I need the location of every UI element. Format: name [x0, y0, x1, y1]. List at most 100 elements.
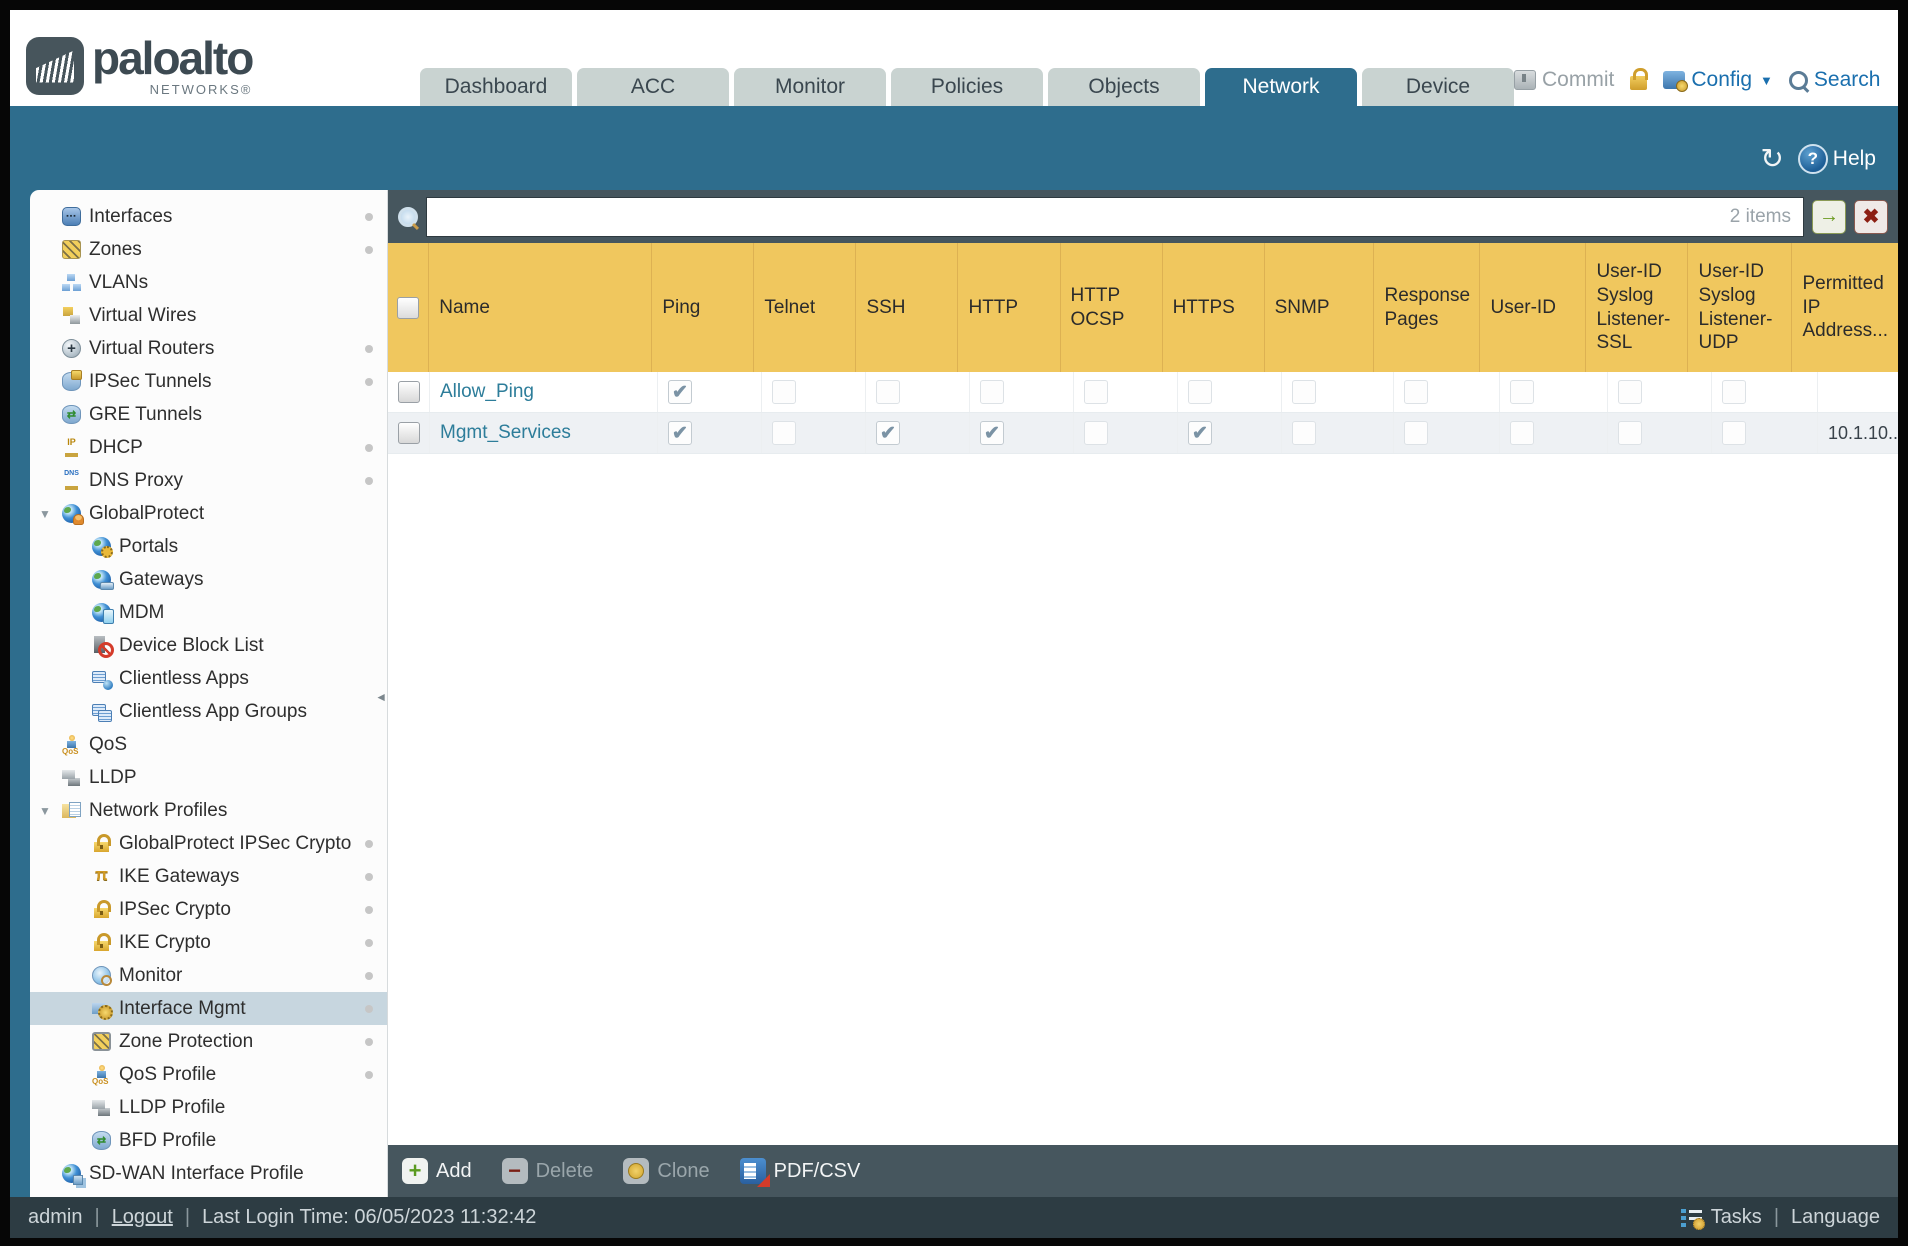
item-dot [365, 1037, 373, 1046]
sidebar-item-zones[interactable]: Zones [30, 233, 387, 266]
global-search-button[interactable]: Search [1788, 68, 1881, 92]
sidebar-item-ipsec-crypto[interactable]: IPSec Crypto [30, 893, 387, 926]
sidebar-item-device-block-list[interactable]: Device Block List [30, 629, 387, 662]
column-header-response_pages[interactable]: Response Pages [1374, 243, 1481, 372]
sidebar-item-lldp[interactable]: LLDP [30, 761, 387, 794]
row-checkbox[interactable] [397, 381, 420, 403]
sidebar-item-globalprotect[interactable]: ▼ GlobalProtect [30, 497, 387, 530]
select-all-checkbox[interactable] [397, 296, 420, 319]
sidebar-item-qos-profile[interactable]: QoS Profile [30, 1058, 387, 1091]
sidebar-item-qos[interactable]: QoS [30, 728, 387, 761]
unchecked-checkbox-icon [1722, 421, 1746, 445]
expander-caret-icon[interactable]: ▼ [39, 804, 51, 818]
sidebar-item-dns-proxy[interactable]: DNS Proxy [30, 464, 387, 497]
pdf-csv-button[interactable]: PDF/CSV [739, 1158, 860, 1187]
filter-input[interactable] [427, 197, 1730, 236]
row-checkbox[interactable] [397, 422, 420, 444]
sidebar-item-monitor[interactable]: Monitor [30, 959, 387, 992]
sidebar-item-zone-protection[interactable]: Zone Protection [30, 1025, 387, 1058]
tab-acc[interactable]: ACC [577, 68, 729, 106]
tab-monitor[interactable]: Monitor [734, 68, 886, 106]
sidebar-item-gateways[interactable]: Gateways [30, 563, 387, 596]
sidebar-item-label: Zone Protection [119, 1030, 254, 1052]
cell-http_ocsp [1074, 413, 1178, 453]
apply-filter-button[interactable]: → [1812, 199, 1846, 234]
sidebar-item-gre-tunnels[interactable]: GRE Tunnels [30, 398, 387, 431]
column-header-https[interactable]: HTTPS [1163, 243, 1265, 372]
sidebar-item-label: Virtual Routers [89, 337, 215, 359]
column-header-select[interactable] [388, 243, 430, 372]
profile-link[interactable]: Mgmt_Services [440, 422, 571, 444]
sidebar-item-interfaces[interactable]: Interfaces [30, 200, 387, 233]
delete-button[interactable]: − Delete [501, 1158, 593, 1184]
tab-policies[interactable]: Policies [891, 68, 1043, 106]
sidebar-item-ike-crypto[interactable]: IKE Crypto [30, 926, 387, 959]
sidebar-item-network-profiles[interactable]: ▼ Network Profiles [30, 794, 387, 827]
config-icon [1663, 71, 1689, 92]
table-body: Allow_Ping ✔ Mgmt_Services ✔ ✔ ✔ ✔ 10.1.10... [388, 372, 1898, 454]
sidebar-item-clientless-apps[interactable]: Clientless Apps [30, 662, 387, 695]
filter-searchbox: 2 items [426, 196, 1804, 237]
sidebar-item-ike-gateways[interactable]: IKE Gateways [30, 860, 387, 893]
language-button[interactable]: Language [1791, 1206, 1880, 1229]
sidebar-item-bfd-profile[interactable]: BFD Profile [30, 1124, 387, 1157]
brand-name: paloalto [92, 32, 254, 84]
column-header-ping[interactable]: Ping [652, 243, 755, 372]
sidebar-item-globalprotect-ipsec-crypto[interactable]: GlobalProtect IPSec Crypto [30, 827, 387, 860]
divider: | [94, 1206, 100, 1228]
column-header-permitted_ip[interactable]: Permitted IP Address... [1792, 243, 1898, 372]
sidebar-item-sd-wan-interface-profile[interactable]: SD-WAN Interface Profile [30, 1157, 387, 1190]
profile-link[interactable]: Allow_Ping [440, 381, 534, 403]
tab-network[interactable]: Network [1205, 68, 1357, 106]
add-button[interactable]: + Add [402, 1158, 472, 1184]
sidebar-item-ipsec-tunnels[interactable]: IPSec Tunnels [30, 365, 387, 398]
column-header-http[interactable]: HTTP [958, 243, 1061, 372]
sidebar-item-vlans[interactable]: VLANs [30, 266, 387, 299]
sidebar-collapse-icon[interactable]: ◄ [375, 690, 387, 704]
cell-uid_udp [1712, 413, 1818, 453]
search-label: Search [1813, 68, 1881, 91]
column-header-user_id[interactable]: User-ID [1480, 243, 1587, 372]
cell-telnet [762, 372, 866, 412]
tab-objects[interactable]: Objects [1048, 68, 1200, 106]
commit-button[interactable]: Commit [1514, 68, 1614, 92]
sdwan-icon [62, 1164, 83, 1185]
cell-https [1178, 372, 1282, 412]
interfaces-icon [62, 207, 81, 226]
sidebar-item-lldp-profile[interactable]: LLDP Profile [30, 1091, 387, 1124]
refresh-icon[interactable]: ↻ [1760, 145, 1783, 173]
column-header-ssh[interactable]: SSH [856, 243, 959, 372]
column-header-name[interactable]: Name [429, 243, 653, 372]
tab-device[interactable]: Device [1362, 68, 1514, 106]
sidebar-item-dhcp[interactable]: DHCP [30, 431, 387, 464]
column-header-http_ocsp[interactable]: HTTP OCSP [1061, 243, 1163, 372]
tasks-icon [1680, 1207, 1705, 1230]
column-header-uid_ssl[interactable]: User-ID Syslog Listener-SSL [1586, 243, 1689, 372]
lock-icon[interactable] [1630, 68, 1649, 90]
clone-button[interactable]: Clone [623, 1158, 710, 1184]
unchecked-checkbox-icon [1084, 380, 1108, 404]
expander-caret-icon[interactable]: ▼ [39, 507, 51, 521]
clear-filter-button[interactable]: ✖ [1854, 199, 1888, 234]
tab-dashboard[interactable]: Dashboard [420, 68, 572, 106]
column-header-snmp[interactable]: SNMP [1265, 243, 1375, 372]
help-button[interactable]: ? Help [1797, 144, 1876, 174]
sidebar-item-virtual-wires[interactable]: Virtual Wires [30, 299, 387, 332]
sidebar-item-mdm[interactable]: MDM [30, 596, 387, 629]
left-gutter [10, 190, 30, 1197]
column-header-label: User-ID Syslog Listener-SSL [1596, 261, 1671, 354]
brand-subtitle: NETWORKS® [149, 82, 253, 97]
tasks-button[interactable]: Tasks [1711, 1206, 1762, 1229]
sidebar-item-clientless-app-groups[interactable]: Clientless App Groups [30, 695, 387, 728]
sidebar-item-portals[interactable]: Portals [30, 530, 387, 563]
logout-link[interactable]: Logout [112, 1206, 173, 1229]
cell-http [970, 372, 1074, 412]
column-header-telnet[interactable]: Telnet [754, 243, 857, 372]
portals-icon [92, 537, 113, 558]
column-header-uid_udp[interactable]: User-ID Syslog Listener-UDP [1688, 243, 1793, 372]
config-menu[interactable]: Config ▼ [1663, 68, 1773, 92]
sidebar-item-interface-mgmt[interactable]: Interface Mgmt [30, 992, 387, 1025]
sidebar-item-label: Gateways [119, 568, 204, 590]
sidebar-item-virtual-routers[interactable]: Virtual Routers [30, 332, 387, 365]
item-dot [365, 212, 373, 221]
